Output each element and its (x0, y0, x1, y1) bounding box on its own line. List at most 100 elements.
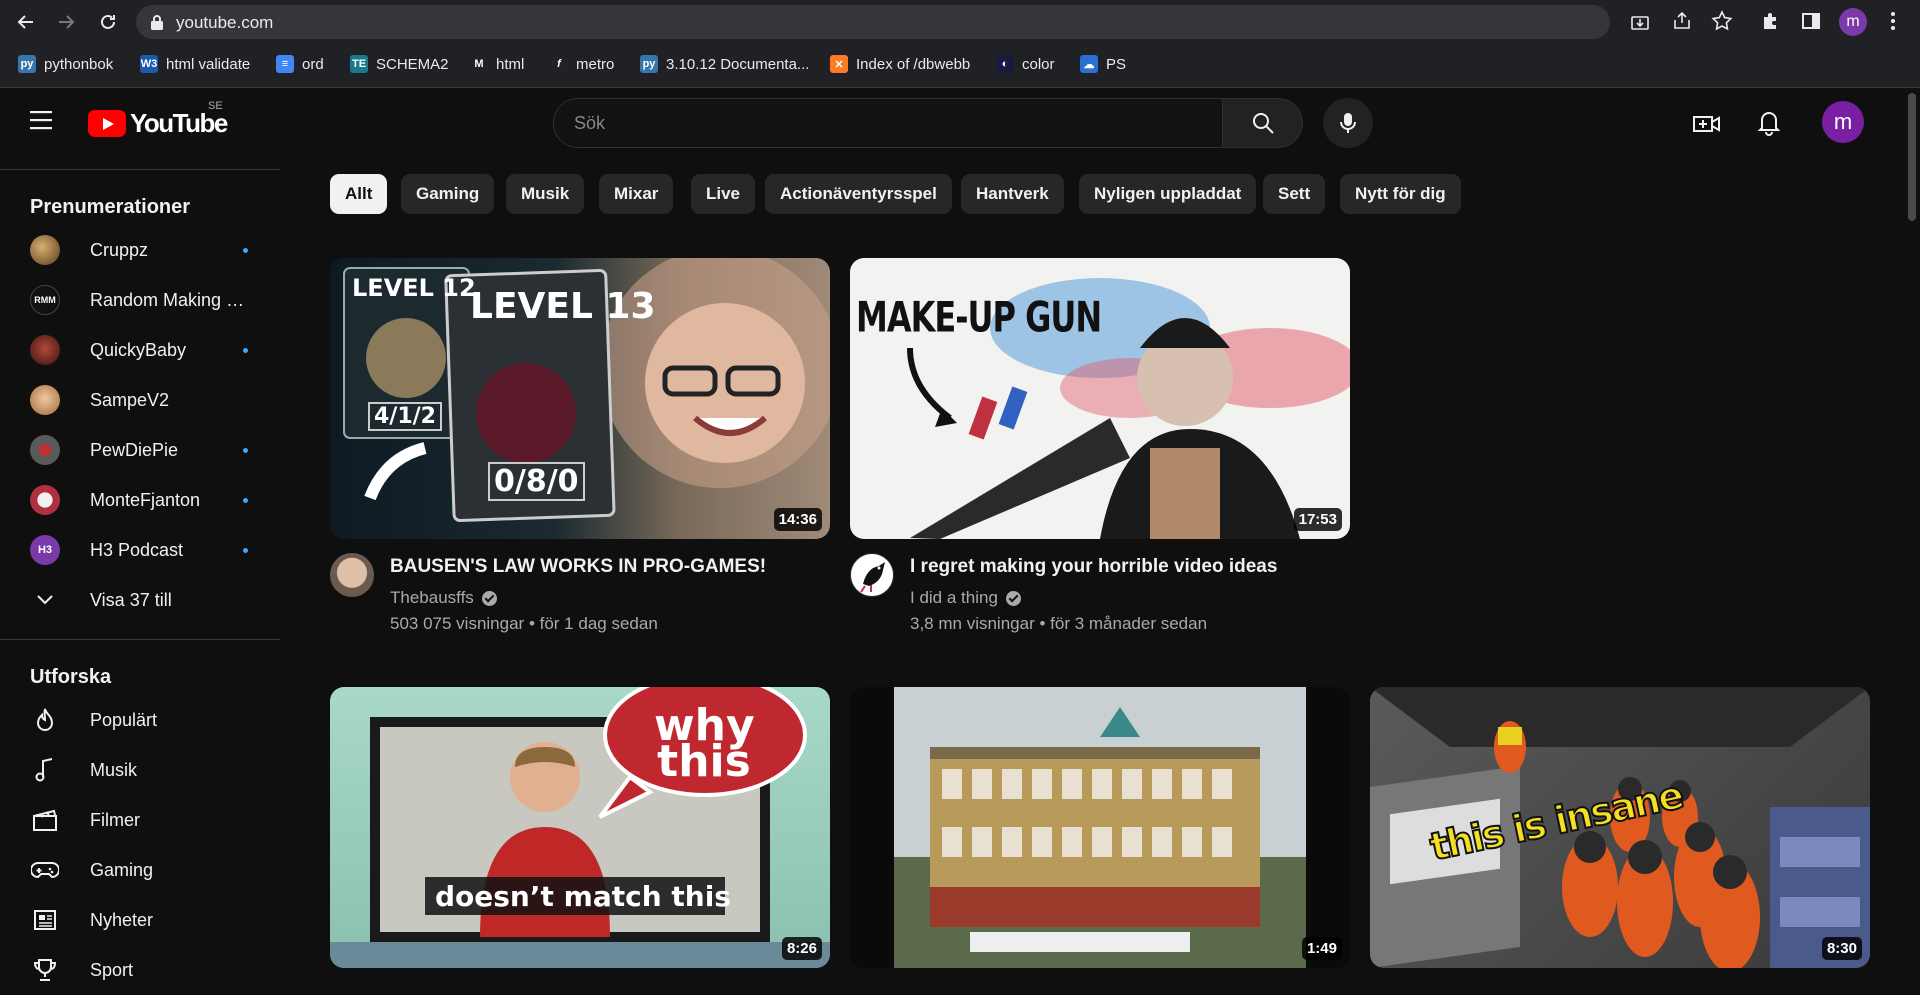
explore-item-news[interactable]: Nyheter (12, 895, 268, 945)
video-thumbnail[interactable]: MAKE-UP GUN 17:53 (850, 258, 1350, 539)
bookmark-html[interactable]: Mhtml (470, 53, 524, 75)
account-avatar[interactable]: m (1822, 101, 1864, 143)
video-thumbnail[interactable]: why this doesn’t match this 8:26 (330, 687, 830, 968)
explore-label: Nyheter (90, 910, 154, 930)
python-icon: py (640, 55, 658, 73)
lock-icon[interactable] (150, 14, 164, 30)
star-icon[interactable] (1711, 10, 1733, 32)
video-duration: 8:30 (1821, 937, 1862, 960)
bookmark-ps[interactable]: ☁ PS (1080, 53, 1126, 75)
show-more-subscriptions[interactable]: Visa 37 till (12, 575, 268, 625)
chip-mixes[interactable]: Mixar (599, 174, 674, 214)
chip-new-to-you[interactable]: Nytt för dig (1340, 174, 1461, 214)
channel-avatar[interactable] (330, 553, 374, 597)
subscription-item-montefjanton[interactable]: MonteFjanton (12, 475, 268, 525)
explore-item-popular[interactable]: Populärt (12, 695, 268, 745)
chip-gaming[interactable]: Gaming (401, 174, 495, 214)
upload-age: för 1 dag sedan (539, 614, 658, 633)
search-button[interactable] (1223, 98, 1303, 148)
arrow-left-icon (17, 15, 33, 29)
channel-avatar[interactable] (850, 553, 894, 597)
bookmark-metro[interactable]: f metro (550, 53, 614, 75)
chip-crafts[interactable]: Hantverk (961, 174, 1064, 214)
subscription-item-random-making[interactable]: RMM Random Making M... (12, 275, 268, 325)
address-bar-row: youtube.com m (0, 0, 1920, 44)
subscription-item-pewdiepie[interactable]: PewDiePie (12, 425, 268, 475)
channel-avatar: H3 (30, 535, 60, 565)
browser-profile-avatar[interactable]: m (1839, 8, 1867, 36)
explore-label: Sport (90, 960, 134, 980)
overlay-make-up-gun: MAKE-UP GUN (856, 292, 1102, 342)
new-content-dot (243, 448, 248, 453)
new-content-dot (243, 548, 248, 553)
video-card[interactable]: this is insane 8:30 (1370, 687, 1870, 977)
bookmark-schema2[interactable]: TE SCHEMA2 (350, 53, 449, 75)
channel-name[interactable]: I did a thing (910, 588, 998, 608)
search-input[interactable] (553, 98, 1223, 148)
video-card[interactable]: 1:49 (850, 687, 1350, 977)
chip-live[interactable]: Live (691, 174, 756, 214)
forward-button[interactable] (52, 8, 80, 36)
scrollbar-thumb[interactable] (1908, 93, 1916, 221)
video-title[interactable]: BAUSEN'S LAW WORKS IN PRO-GAMES! (390, 555, 820, 579)
guide-menu-button[interactable] (28, 109, 62, 135)
url-text[interactable]: youtube.com (176, 13, 273, 33)
channel-avatar (30, 435, 60, 465)
side-panel-icon[interactable] (1800, 10, 1822, 32)
xampp-icon: ✕ (830, 55, 848, 73)
chip-all[interactable]: Allt (330, 174, 388, 214)
back-button[interactable] (12, 8, 40, 36)
video-thumbnail[interactable]: LEVEL 12 4/1/2 LEVEL 13 0/8/0 14:36 (330, 258, 830, 539)
reload-button[interactable] (94, 8, 122, 36)
extensions-icon[interactable] (1760, 10, 1782, 32)
bookmark-color[interactable]: ◐ color (996, 53, 1055, 75)
subscription-item-cruppz[interactable]: Cruppz (12, 225, 268, 275)
explore-item-music[interactable]: Musik (12, 745, 268, 795)
video-duration: 17:53 (1293, 508, 1342, 531)
bookmark-html-validate[interactable]: W3 html validate (140, 53, 250, 75)
video-card[interactable]: MAKE-UP GUN 17:53 I regret making your h… (850, 258, 1350, 633)
subscription-item-h3-podcast[interactable]: H3 H3 Podcast (12, 525, 268, 575)
channel-name[interactable]: Thebausffs (390, 588, 474, 608)
subscription-item-sampev2[interactable]: SampeV2 (12, 375, 268, 425)
chip-action-adventure[interactable]: Actionäventyrsspel (765, 174, 952, 214)
create-button[interactable] (1692, 109, 1722, 139)
omnibox[interactable]: youtube.com (136, 5, 1649, 39)
video-title[interactable]: I regret making your horrible video idea… (910, 555, 1340, 579)
video-thumbnail[interactable]: 1:49 (850, 687, 1350, 968)
explore-label: Populärt (90, 710, 158, 730)
page-scrollbar[interactable] (1904, 89, 1920, 981)
explore-item-movies[interactable]: Filmer (12, 795, 268, 845)
bookmark-ord[interactable]: ≡ ord (276, 53, 324, 75)
youtube-logo[interactable]: YouTube SE (88, 100, 228, 139)
video-thumbnail[interactable]: this is insane 8:30 (1370, 687, 1870, 968)
bookmark-dbwebb[interactable]: ✕ Index of /dbwebb (830, 53, 970, 75)
bookmark-python-docs[interactable]: py 3.10.12 Documenta... (640, 53, 809, 75)
subscription-item-quickybaby[interactable]: QuickyBaby (12, 325, 268, 375)
bookmark-label: html validate (166, 55, 251, 73)
hamburger-icon (30, 111, 52, 130)
chip-recently-uploaded[interactable]: Nyligen uppladdat (1079, 174, 1257, 214)
voice-search-button[interactable] (1323, 98, 1373, 148)
bookmark-pythonbok[interactable]: py pythonbok (18, 53, 113, 75)
share-icon[interactable] (1671, 10, 1693, 32)
more-vert-icon[interactable] (1882, 10, 1904, 32)
video-card[interactable]: why this doesn’t match this 8:26 (330, 687, 830, 977)
explore-item-sport[interactable]: Sport (12, 945, 268, 995)
clapperboard-icon (30, 805, 60, 835)
bookmark-label: ord (302, 55, 324, 73)
video-channel[interactable]: I did a thing (910, 588, 1021, 608)
chip-music[interactable]: Musik (506, 174, 585, 214)
gamepad-icon (30, 855, 60, 885)
explore-title: Utforska (30, 666, 112, 688)
video-card[interactable]: LEVEL 12 4/1/2 LEVEL 13 0/8/0 14:36 BAUS… (330, 258, 830, 633)
video-channel[interactable]: Thebausffs (390, 588, 497, 608)
channel-avatar: RMM (30, 285, 60, 315)
notifications-button[interactable] (1754, 107, 1784, 137)
explore-item-gaming[interactable]: Gaming (12, 845, 268, 895)
subscription-label: MonteFjanton (90, 490, 201, 510)
install-app-icon[interactable] (1630, 13, 1650, 33)
chip-watched[interactable]: Sett (1263, 174, 1326, 214)
view-count: 3,8 mn visningar (910, 614, 1035, 633)
subscription-label: PewDiePie (90, 440, 179, 460)
